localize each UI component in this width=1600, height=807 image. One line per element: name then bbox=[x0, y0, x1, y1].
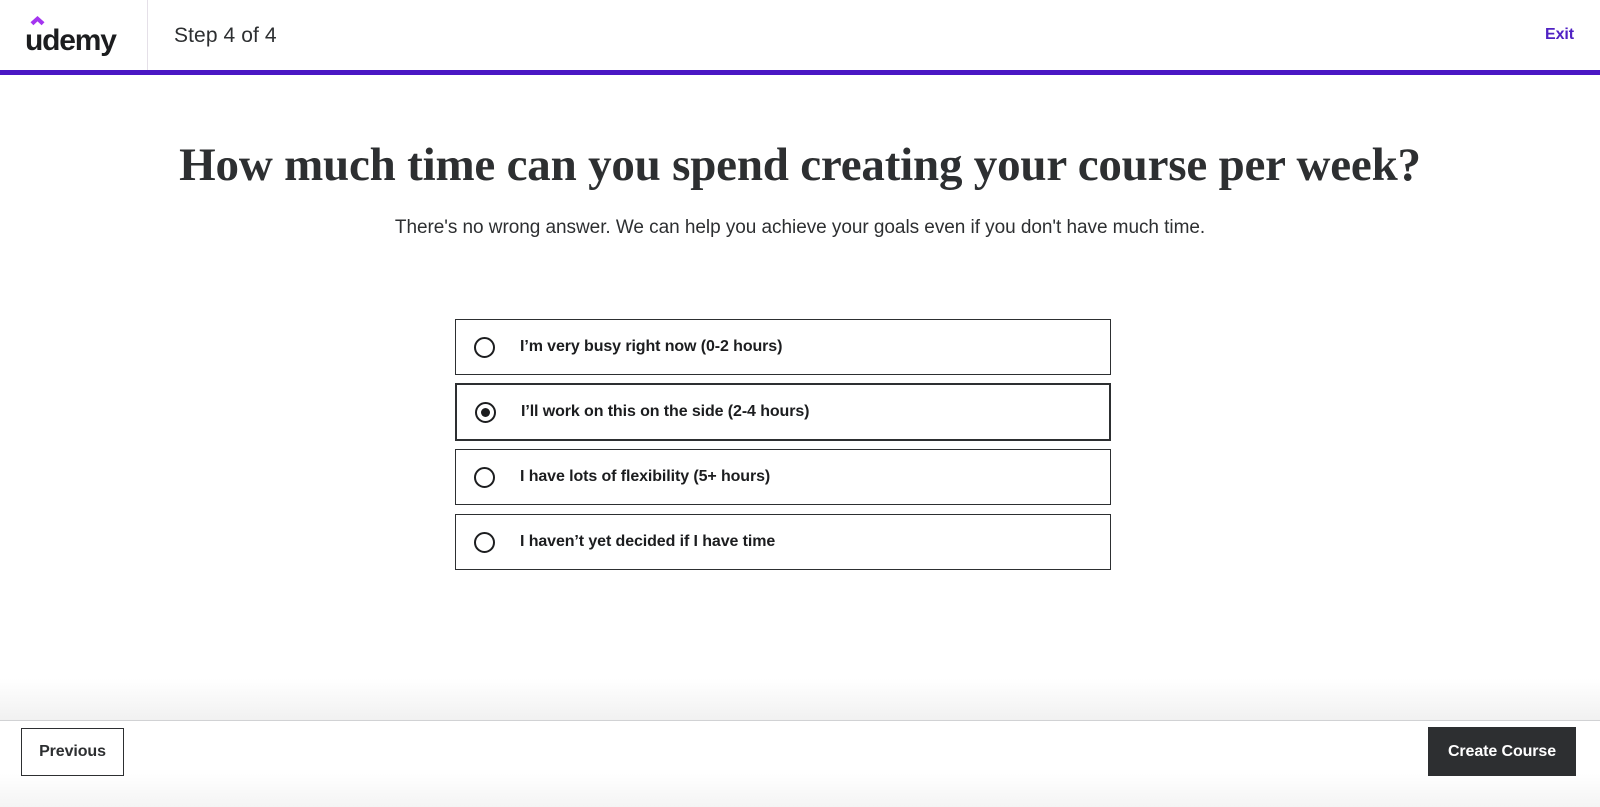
page-subtitle: There's no wrong answer. We can help you… bbox=[394, 217, 1206, 238]
previous-button[interactable]: Previous bbox=[21, 728, 124, 776]
radio-icon[interactable] bbox=[474, 336, 495, 358]
time-commitment-radio-group: I’m very busy right now (0-2 hours) I’ll… bbox=[455, 319, 1111, 579]
option-card-3[interactable]: I haven’t yet decided if I have time bbox=[455, 514, 1111, 570]
radio-icon[interactable] bbox=[474, 531, 495, 553]
page-title: How much time can you spend creating you… bbox=[179, 139, 1421, 191]
step-indicator: Step 4 of 4 bbox=[174, 23, 277, 47]
option-label: I’m very busy right now (0-2 hours) bbox=[520, 338, 783, 355]
option-label: I haven’t yet decided if I have time bbox=[520, 533, 776, 550]
wizard-footer: Previous Create Course bbox=[0, 721, 1600, 807]
udemy-logo-icon[interactable]: udemy bbox=[25, 14, 122, 56]
course-creation-wizard-page: udemy Step 4 of 4 Exit How much time can… bbox=[0, 0, 1600, 807]
radio-selected-icon[interactable] bbox=[475, 401, 496, 423]
app-header: udemy Step 4 of 4 Exit bbox=[0, 0, 1600, 70]
udemy-logo-block[interactable]: udemy bbox=[0, 0, 148, 70]
radio-icon[interactable] bbox=[474, 466, 495, 488]
main-content: How much time can you spend creating you… bbox=[0, 75, 1600, 720]
option-card-1[interactable]: I’ll work on this on the side (2-4 hours… bbox=[455, 383, 1111, 441]
svg-text:udemy: udemy bbox=[25, 24, 117, 56]
option-card-2[interactable]: I have lots of flexibility (5+ hours) bbox=[455, 449, 1111, 505]
option-card-0[interactable]: I’m very busy right now (0-2 hours) bbox=[455, 319, 1111, 375]
option-label: I’ll work on this on the side (2-4 hours… bbox=[521, 403, 810, 420]
create-course-button[interactable]: Create Course bbox=[1428, 727, 1576, 776]
exit-link[interactable]: Exit bbox=[1545, 26, 1574, 44]
option-label: I have lots of flexibility (5+ hours) bbox=[520, 468, 771, 485]
